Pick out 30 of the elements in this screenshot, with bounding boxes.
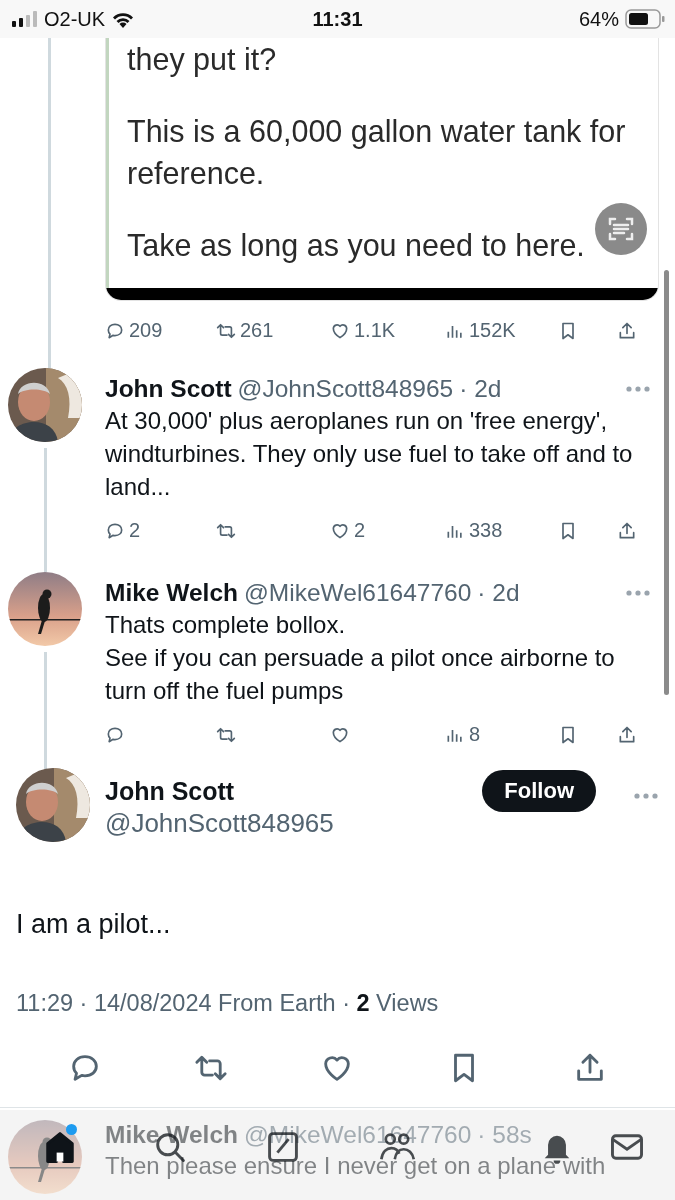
battery-percent: 64%	[578, 7, 619, 31]
like-count: 2	[354, 519, 366, 542]
carrier-name: O2-UK	[44, 7, 106, 31]
image-card[interactable]: they put it? This is a 60,000 gallon water tank for reference. Take as long as you need to here.	[105, 38, 659, 301]
post-time: · 2d	[459, 374, 502, 404]
author-handle[interactable]: @JohnScott848965	[237, 374, 454, 404]
post-time: · 58s	[477, 1120, 532, 1150]
view-count: 338	[469, 519, 503, 542]
clock-time: 11:31	[312, 7, 363, 30]
author-handle[interactable]: @JohnScott848965	[105, 806, 468, 840]
author-handle[interactable]: @MikeWel61647760	[244, 578, 472, 608]
post-time: · 2d	[477, 578, 520, 608]
follow-button[interactable]: Follow	[482, 770, 596, 812]
like-count: 1.1K	[354, 319, 396, 342]
image-text: they put it?	[127, 41, 277, 79]
author-name[interactable]: John Scott	[105, 776, 468, 806]
image-text: Take as long as you need to here.	[127, 227, 585, 265]
reply-text: Thats complete bollox. See if you can persuade a pilot once airborne to turn off the fuel pumps	[105, 610, 616, 706]
image-text: This is a 60,000 gallon water tank for reference.	[127, 113, 627, 192]
author-name[interactable]: Mike Welch	[105, 578, 238, 608]
post-text: I am a pilot...	[16, 908, 172, 940]
repost-count: 261	[240, 319, 274, 342]
reply-text: Then please ensure I never get on a plane with	[105, 1151, 607, 1181]
view-count: 8	[469, 723, 481, 746]
reply-text: At 30,000' plus aeroplanes run on 'free energy', windturbines. They only use fuel to take off and to land...	[105, 406, 634, 502]
reply-count: 2	[129, 519, 141, 542]
post-meta: 11:29 · 14/08/2024 From Earth · 2 Views	[16, 990, 440, 1017]
author-name[interactable]: John Scott	[105, 374, 232, 404]
reply-count: 209	[129, 319, 163, 342]
view-count: 152K	[469, 319, 516, 342]
